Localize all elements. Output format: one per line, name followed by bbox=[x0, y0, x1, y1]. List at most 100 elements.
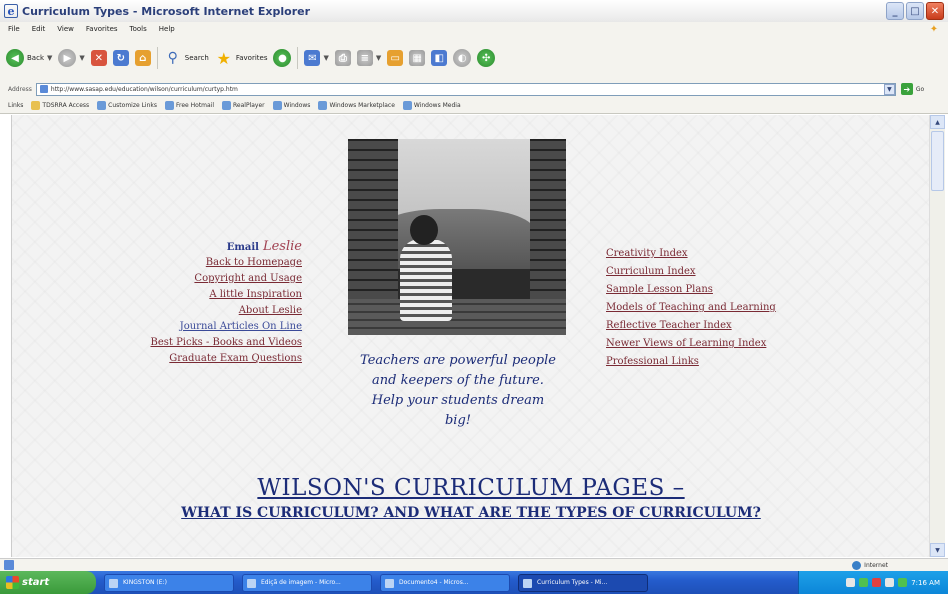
scroll-up-button[interactable]: ▲ bbox=[930, 115, 945, 129]
minimize-button[interactable]: _ bbox=[886, 2, 904, 20]
link-about-leslie[interactable]: About Leslie bbox=[12, 303, 302, 319]
go-arrow-icon: ➔ bbox=[900, 83, 913, 95]
tray-icon[interactable] bbox=[846, 578, 856, 587]
taskbar-item-image-editor[interactable]: Ediçã de imagem - Micro... bbox=[242, 573, 372, 592]
discuss-button[interactable]: ◐ bbox=[453, 49, 472, 67]
link-copyright-and-usage[interactable]: Copyright and Usage bbox=[12, 271, 302, 287]
link-customize-links[interactable]: Customize Links bbox=[97, 101, 157, 110]
research-button[interactable]: ▦ bbox=[409, 50, 426, 66]
menu-help[interactable]: Help bbox=[159, 25, 175, 33]
scroll-thumb[interactable] bbox=[931, 131, 944, 191]
ie-page-icon bbox=[402, 101, 412, 110]
globe-icon bbox=[852, 560, 862, 570]
favorites-button[interactable]: ★ Favorites bbox=[215, 49, 268, 68]
mail-button[interactable]: ✉ ▼ bbox=[304, 50, 329, 66]
window-title: Curriculum Types - Microsoft Internet Ex… bbox=[22, 4, 311, 18]
link-creativity-index[interactable]: Creativity Index bbox=[606, 245, 926, 263]
link-best-picks[interactable]: Best Picks - Books and Videos bbox=[12, 335, 302, 351]
link-a-little-inspiration[interactable]: A little Inspiration bbox=[12, 287, 302, 303]
print-button[interactable]: ⎙ bbox=[334, 50, 351, 66]
folder-icon: ▭ bbox=[387, 50, 404, 66]
menu-tools[interactable]: Tools bbox=[130, 25, 147, 33]
vertical-scrollbar[interactable]: ▲ ▼ bbox=[929, 115, 945, 557]
link-journal-articles-online[interactable]: Journal Articles On Line bbox=[12, 319, 302, 335]
link-tdsrra-access[interactable]: TDSRRA Access bbox=[31, 101, 89, 110]
taskbar: start KINGSTON (E:) Ediçã de imagem - Mi… bbox=[0, 571, 948, 594]
link-back-to-homepage[interactable]: Back to Homepage bbox=[12, 255, 302, 271]
link-newer-views-of-learning[interactable]: Newer Views of Learning Index bbox=[606, 335, 926, 353]
link-graduate-exam-questions[interactable]: Graduate Exam Questions bbox=[12, 351, 302, 367]
folder-button[interactable]: ▭ bbox=[387, 50, 404, 66]
tools-icon: ✣ bbox=[477, 49, 496, 67]
media-button[interactable]: ● bbox=[273, 49, 292, 67]
toolbar-divider bbox=[297, 47, 299, 69]
back-label: Back bbox=[27, 54, 44, 62]
tray-icon[interactable] bbox=[898, 578, 908, 587]
quote-line: Help your students dream bbox=[371, 393, 545, 408]
taskbar-item-curriculum-types[interactable]: Curriculum Types - Mi... bbox=[518, 573, 648, 592]
menu-favorites[interactable]: Favorites bbox=[86, 25, 118, 33]
windows-logo-icon: ✦ bbox=[929, 23, 939, 35]
close-button[interactable]: ✕ bbox=[926, 2, 944, 20]
menu-file[interactable]: File bbox=[8, 25, 20, 33]
link-windows[interactable]: Windows bbox=[272, 101, 310, 110]
ie-page-icon bbox=[165, 101, 174, 110]
link-curriculum-index[interactable]: Curriculum Index bbox=[606, 263, 926, 281]
address-input[interactable]: http://www.sasap.edu/education/wilson/cu… bbox=[35, 82, 896, 96]
link-label: Windows Media bbox=[413, 102, 461, 109]
quote-line: and keepers of the future. bbox=[372, 373, 544, 388]
address-label: Address bbox=[8, 85, 32, 93]
menu-view[interactable]: View bbox=[57, 25, 74, 33]
go-button[interactable]: ➔ Go bbox=[900, 83, 925, 95]
email-label: Email bbox=[226, 242, 259, 253]
discuss-icon: ◐ bbox=[453, 49, 472, 67]
taskbar-item-document[interactable]: Documento4 - Micros... bbox=[380, 573, 510, 592]
link-windows-media[interactable]: Windows Media bbox=[402, 101, 461, 110]
realplayer-icon bbox=[222, 101, 232, 110]
edit-button[interactable]: ≡ ▼ bbox=[356, 50, 381, 66]
go-label: Go bbox=[915, 85, 925, 93]
tray-icon[interactable] bbox=[859, 578, 869, 587]
link-sample-lesson-plans[interactable]: Sample Lesson Plans bbox=[606, 281, 926, 299]
link-label: Windows Marketplace bbox=[329, 102, 395, 109]
stop-button[interactable]: ✕ bbox=[90, 50, 107, 66]
tools-button[interactable]: ✣ bbox=[477, 49, 496, 67]
back-button[interactable]: ◀ Back ▼ bbox=[6, 49, 52, 67]
ie-page-icon bbox=[272, 101, 282, 110]
start-button[interactable]: start bbox=[0, 571, 96, 594]
tray-icon[interactable] bbox=[872, 578, 882, 587]
inspirational-quote: Teachers are powerful people and keepers… bbox=[308, 351, 608, 431]
email-link[interactable]: Email Leslie bbox=[12, 239, 302, 255]
stop-icon: ✕ bbox=[90, 50, 107, 66]
maximize-button[interactable]: □ bbox=[906, 2, 924, 20]
edit-icon: ≡ bbox=[356, 50, 373, 66]
taskbar-item-kingston[interactable]: KINGSTON (E:) bbox=[104, 573, 234, 592]
scroll-down-button[interactable]: ▼ bbox=[930, 543, 945, 557]
page-subtitle: WHAT IS CURRICULUM? AND WHAT ARE THE TYP… bbox=[181, 505, 761, 521]
search-button[interactable]: ⚲ Search bbox=[164, 49, 209, 67]
link-realplayer[interactable]: RealPlayer bbox=[222, 101, 265, 110]
address-url: http://www.sasap.edu/education/wilson/cu… bbox=[50, 85, 238, 93]
messenger-button[interactable]: ◧ bbox=[431, 50, 448, 66]
link-free-hotmail[interactable]: Free Hotmail bbox=[165, 101, 214, 110]
link-professional-links[interactable]: Professional Links bbox=[606, 353, 926, 371]
link-windows-marketplace[interactable]: Windows Marketplace bbox=[318, 101, 395, 110]
quote-line: big! bbox=[444, 413, 472, 428]
menu-edit[interactable]: Edit bbox=[32, 25, 46, 33]
folder-icon bbox=[31, 101, 41, 110]
toolbar: ◀ Back ▼ ▶ ▼ ✕ ↻ ⌂ ⚲ Search ★ Favorites … bbox=[0, 36, 948, 80]
messenger-icon: ◧ bbox=[431, 50, 448, 66]
forward-button[interactable]: ▶ ▼ bbox=[58, 49, 85, 67]
email-name: Leslie bbox=[262, 239, 302, 254]
search-label: Search bbox=[184, 54, 209, 62]
system-tray: 7:16 AM bbox=[798, 571, 948, 594]
security-zone: Internet bbox=[852, 560, 888, 570]
address-dropdown-button[interactable]: ▼ bbox=[883, 83, 895, 95]
tray-icon[interactable] bbox=[885, 578, 895, 587]
page-title: WILSON'S CURRICULUM PAGES – bbox=[257, 475, 685, 501]
page-icon bbox=[39, 85, 48, 93]
refresh-button[interactable]: ↻ bbox=[112, 50, 129, 66]
link-models-of-teaching[interactable]: Models of Teaching and Learning bbox=[606, 299, 926, 317]
home-button[interactable]: ⌂ bbox=[134, 50, 151, 66]
link-reflective-teacher-index[interactable]: Reflective Teacher Index bbox=[606, 317, 926, 335]
